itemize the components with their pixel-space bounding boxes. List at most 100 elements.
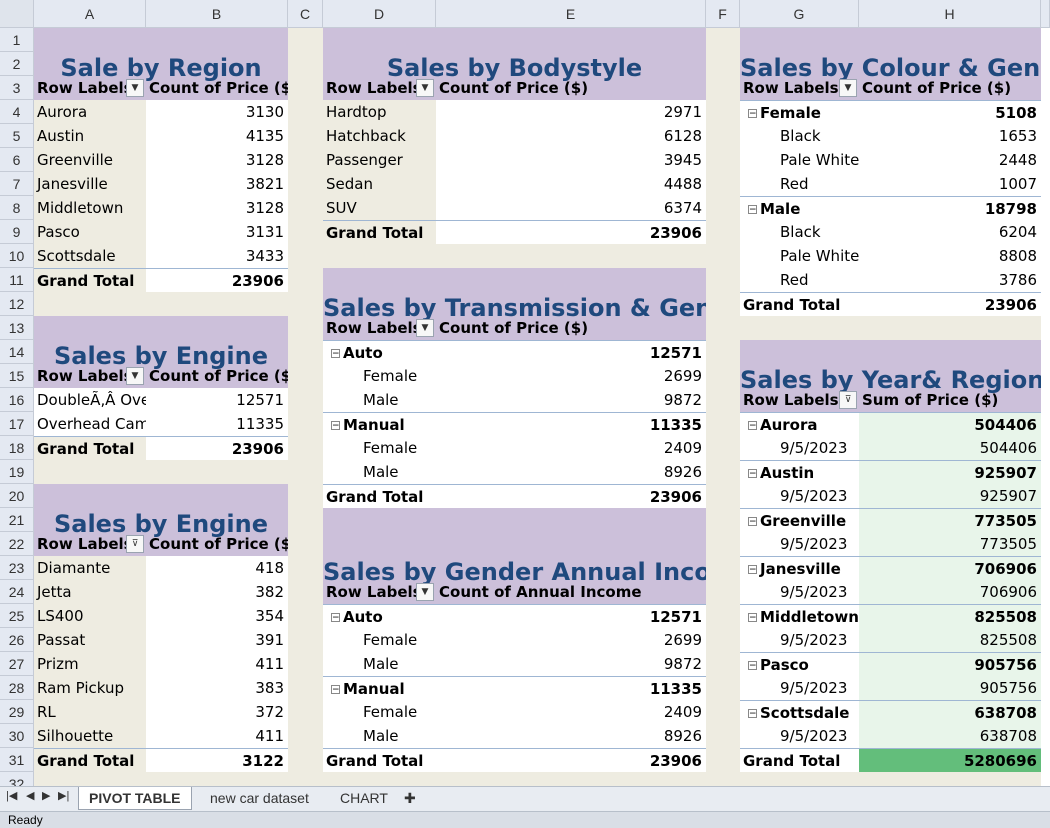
collapse-icon[interactable]: − xyxy=(748,709,757,719)
last-sheet-icon[interactable]: ▶| xyxy=(58,789,69,802)
region-dropdown-icon[interactable]: ▼ xyxy=(126,79,144,97)
row-header-27[interactable]: 27 xyxy=(0,652,34,676)
row-header-3[interactable]: 3 xyxy=(0,76,34,100)
column-header-C[interactable]: C xyxy=(288,0,323,28)
row-header-25[interactable]: 25 xyxy=(0,604,34,628)
row-header-26[interactable]: 26 xyxy=(0,628,34,652)
year-region-value-header: Sum of Price ($) xyxy=(862,391,999,409)
sheet-tab-new-car-dataset[interactable]: new car dataset xyxy=(200,787,319,809)
sheet-tab-chart[interactable]: CHART xyxy=(330,787,398,809)
prev-sheet-icon[interactable]: ◀ xyxy=(26,789,34,802)
collapse-icon[interactable]: − xyxy=(331,613,340,623)
region-row-value: 3131 xyxy=(146,220,288,244)
select-all-corner[interactable] xyxy=(0,0,34,28)
first-sheet-icon[interactable]: |◀ xyxy=(6,789,17,802)
collapse-icon[interactable]: − xyxy=(748,613,757,623)
next-sheet-icon[interactable]: ▶ xyxy=(42,789,50,802)
row-header-13[interactable]: 13 xyxy=(0,316,34,340)
collapse-icon[interactable]: − xyxy=(331,421,340,431)
transmission-child-value: 2409 xyxy=(436,436,706,460)
year-region-child-value: 638708 xyxy=(859,724,1041,748)
sheet-tab-pivot-table[interactable]: PIVOT TABLE xyxy=(78,787,192,810)
row-header-9[interactable]: 9 xyxy=(0,220,34,244)
insert-sheet-icon[interactable]: ✚ xyxy=(398,787,422,809)
year-region-grand-total-value: 5280696 xyxy=(859,748,1041,772)
row-header-29[interactable]: 29 xyxy=(0,700,34,724)
engine2-row-value: 354 xyxy=(146,604,288,628)
engine2-filter-icon[interactable]: ⊽ xyxy=(126,535,144,553)
column-header-A[interactable]: A xyxy=(34,0,146,28)
colour-dropdown-icon[interactable]: ▼ xyxy=(839,79,857,97)
transmission-child-label: Female xyxy=(323,364,436,388)
engine1-value-header: Count of Price ($) xyxy=(149,367,288,385)
row-header-6[interactable]: 6 xyxy=(0,148,34,172)
row-header-2[interactable]: 2 xyxy=(0,52,34,76)
row-header-1[interactable]: 1 xyxy=(0,28,34,52)
year-region-child-label: 9/5/2023 xyxy=(740,628,859,652)
collapse-icon[interactable]: − xyxy=(748,469,757,479)
transmission-dropdown-icon[interactable]: ▼ xyxy=(416,319,434,337)
row-header-28[interactable]: 28 xyxy=(0,676,34,700)
collapse-icon[interactable]: − xyxy=(748,421,757,431)
income-child-value: 2699 xyxy=(436,628,706,652)
row-header-11[interactable]: 11 xyxy=(0,268,34,292)
year-region-child-value: 706906 xyxy=(859,580,1041,604)
engine2-row-value: 383 xyxy=(146,676,288,700)
bodystyle-row-label: Hardtop xyxy=(326,103,387,121)
region-row-value: 3130 xyxy=(146,100,288,124)
row-header-30[interactable]: 30 xyxy=(0,724,34,748)
year-region-group-value: 773505 xyxy=(859,508,1041,532)
column-header-E[interactable]: E xyxy=(436,0,706,28)
year-region-filter-icon[interactable]: ⊽ xyxy=(839,391,857,409)
year-region-child-label: 9/5/2023 xyxy=(740,676,859,700)
column-header-H[interactable]: H xyxy=(859,0,1041,28)
row-header-14[interactable]: 14 xyxy=(0,340,34,364)
year-region-child-label: 9/5/2023 xyxy=(740,532,859,556)
column-header-F[interactable]: F xyxy=(706,0,740,28)
income-child-label: Male xyxy=(323,652,436,676)
row-header-19[interactable]: 19 xyxy=(0,460,34,484)
engine1-row-value: 11335 xyxy=(146,412,288,436)
colour-grand-total-value: 23906 xyxy=(859,292,1041,316)
year-region-group-label: − Greenville xyxy=(740,508,859,532)
row-header-22[interactable]: 22 xyxy=(0,532,34,556)
row-header-8[interactable]: 8 xyxy=(0,196,34,220)
row-header-18[interactable]: 18 xyxy=(0,436,34,460)
collapse-icon[interactable]: − xyxy=(748,109,757,119)
year-region-group-value: 825508 xyxy=(859,604,1041,628)
row-header-23[interactable]: 23 xyxy=(0,556,34,580)
income-dropdown-icon[interactable]: ▼ xyxy=(416,583,434,601)
engine1-dropdown-icon[interactable]: ▼ xyxy=(126,367,144,385)
sheet-tab-bar: |◀ ◀ ▶ ▶| PIVOT TABLE new car dataset CH… xyxy=(0,786,1050,811)
income-grand-total-value: 23906 xyxy=(436,748,706,772)
engine2-row-value: 411 xyxy=(146,652,288,676)
column-header-G[interactable]: G xyxy=(740,0,859,28)
row-header-4[interactable]: 4 xyxy=(0,100,34,124)
column-header-D[interactable]: D xyxy=(323,0,436,28)
collapse-icon[interactable]: − xyxy=(748,565,757,575)
engine2-row-label: Diamante xyxy=(37,559,111,577)
collapse-icon[interactable]: − xyxy=(748,661,757,671)
row-header-5[interactable]: 5 xyxy=(0,124,34,148)
row-header-7[interactable]: 7 xyxy=(0,172,34,196)
row-header-20[interactable]: 20 xyxy=(0,484,34,508)
colour-child-value: 2448 xyxy=(859,148,1041,172)
year-region-child-label: 9/5/2023 xyxy=(740,724,859,748)
year-region-group-value: 905756 xyxy=(859,652,1041,676)
row-header-17[interactable]: 17 xyxy=(0,412,34,436)
colour-child-label: Red xyxy=(740,268,859,292)
row-header-12[interactable]: 12 xyxy=(0,292,34,316)
collapse-icon[interactable]: − xyxy=(331,349,340,359)
row-header-31[interactable]: 31 xyxy=(0,748,34,772)
collapse-icon[interactable]: − xyxy=(748,205,757,215)
column-header-B[interactable]: B xyxy=(146,0,288,28)
row-header-21[interactable]: 21 xyxy=(0,508,34,532)
bodystyle-dropdown-icon[interactable]: ▼ xyxy=(416,79,434,97)
row-header-24[interactable]: 24 xyxy=(0,580,34,604)
collapse-icon[interactable]: − xyxy=(748,517,757,527)
engine1-grand-total-label: Grand Total xyxy=(34,436,146,460)
row-header-10[interactable]: 10 xyxy=(0,244,34,268)
row-header-15[interactable]: 15 xyxy=(0,364,34,388)
collapse-icon[interactable]: − xyxy=(331,685,340,695)
row-header-16[interactable]: 16 xyxy=(0,388,34,412)
